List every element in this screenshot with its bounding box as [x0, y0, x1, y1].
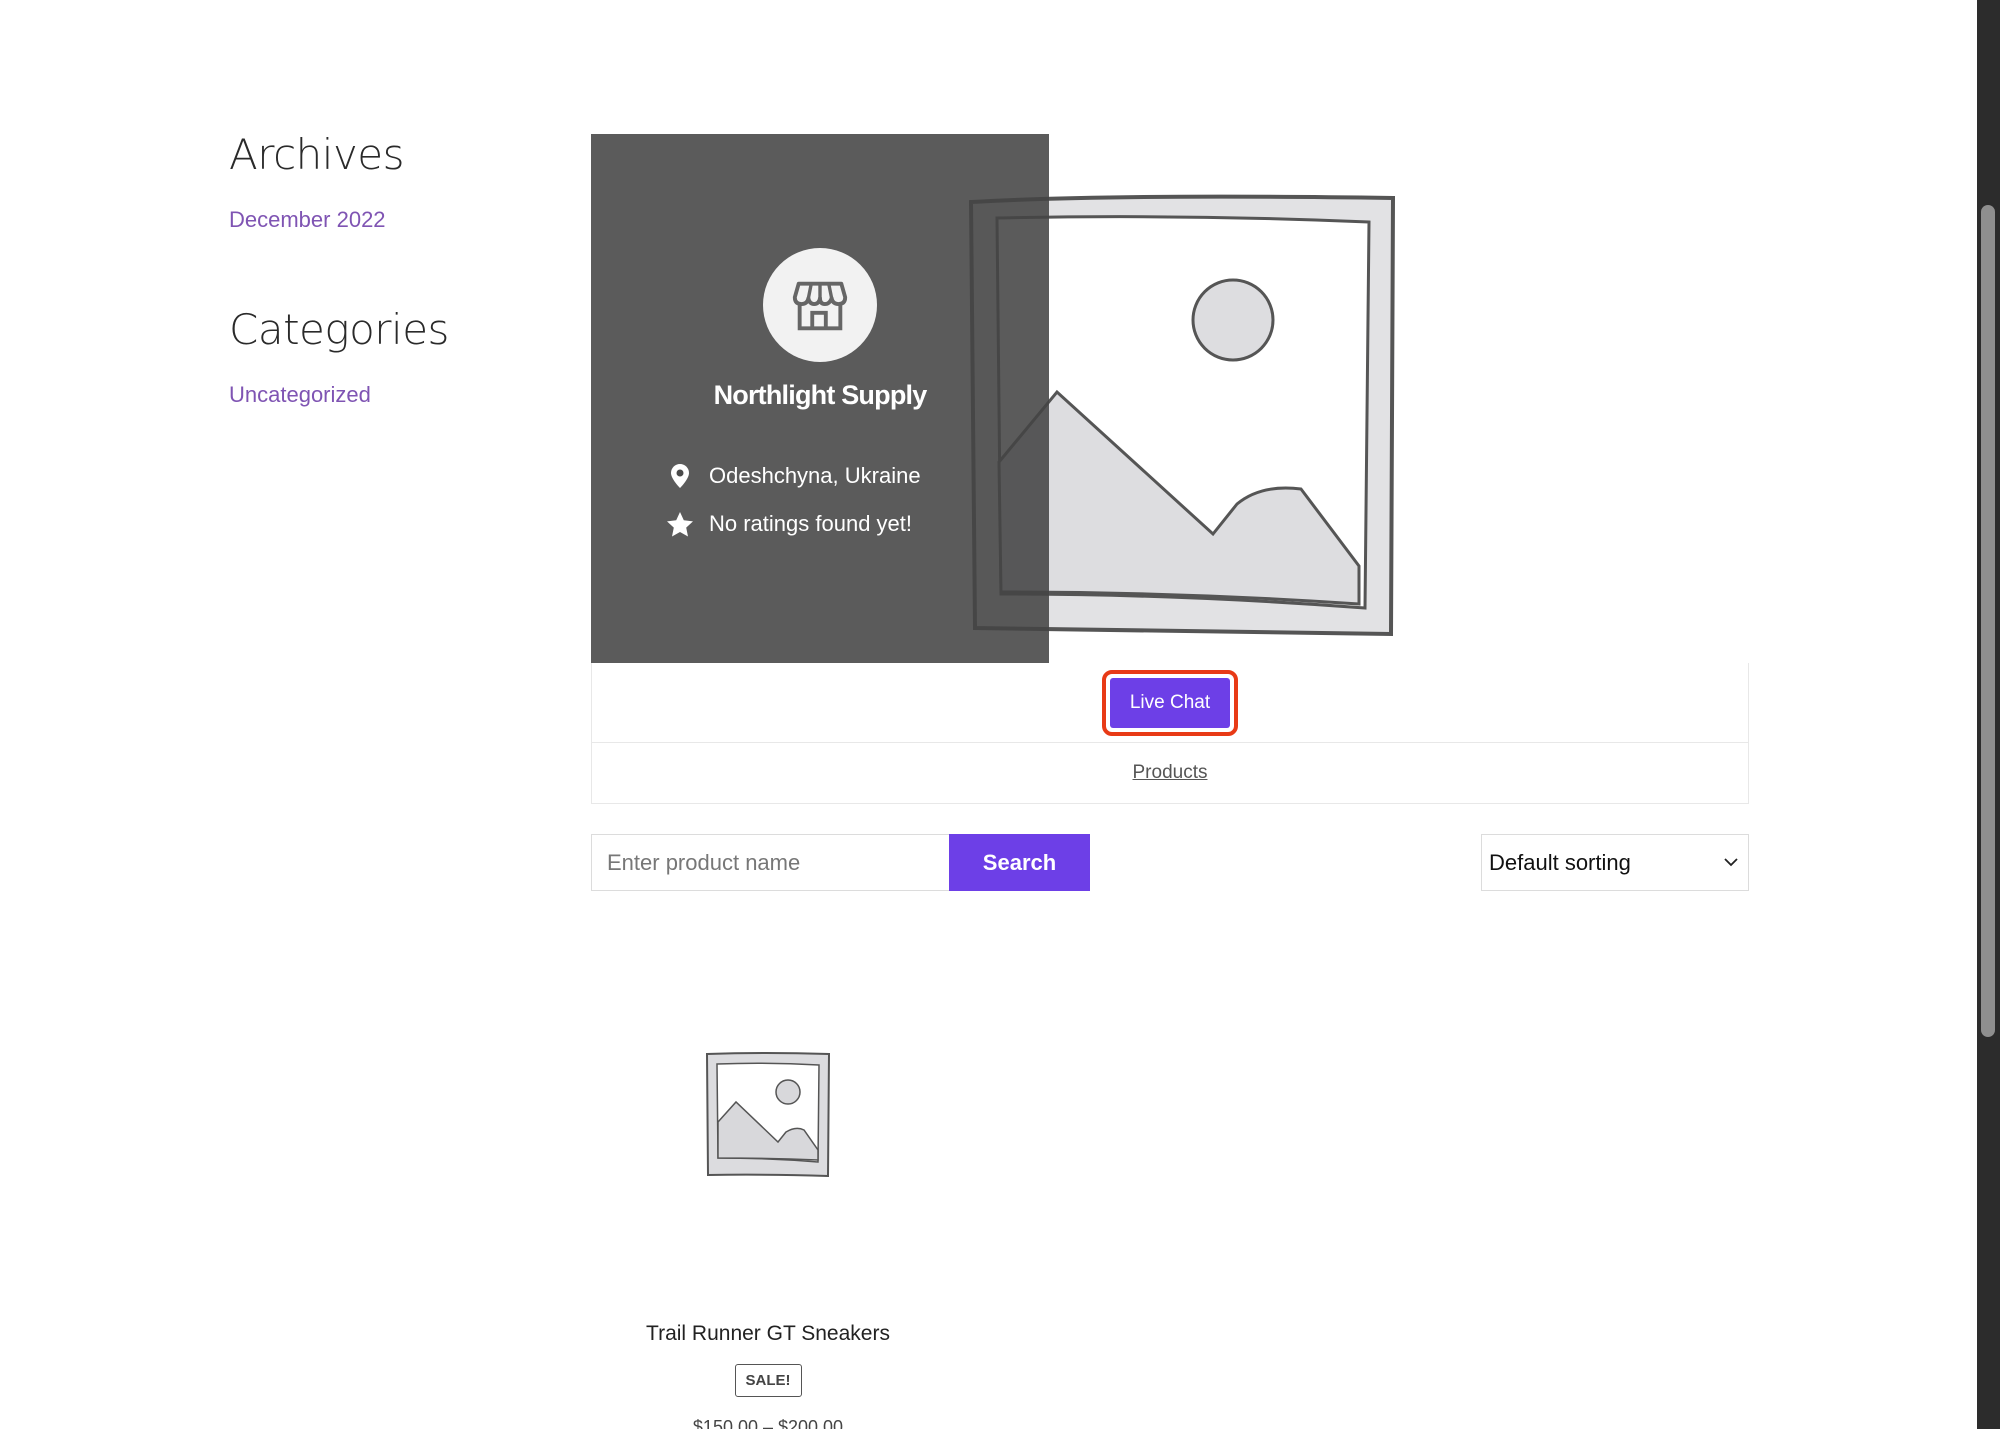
archive-link-december-2022[interactable]: December 2022 — [229, 207, 559, 233]
live-chat-highlight: Live Chat — [1101, 669, 1239, 736]
archives-title: Archives — [229, 130, 405, 179]
store-icon — [792, 281, 848, 331]
sort-select[interactable]: Default sorting — [1481, 834, 1749, 891]
product-search-input[interactable] — [591, 834, 949, 891]
categories-title: Categories — [229, 305, 449, 354]
product-title[interactable]: Trail Runner GT Sneakers — [591, 1322, 945, 1346]
store-avatar — [763, 248, 877, 362]
product-price: $150.00 – $200.00 — [692, 1417, 844, 1429]
live-chat-button[interactable]: Live Chat — [1109, 677, 1231, 728]
store-rating-row: No ratings found yet! — [665, 500, 921, 548]
live-chat-bar: Live Chat — [591, 663, 1749, 743]
sort-selected-value: Default sorting — [1489, 849, 1631, 875]
category-link-uncategorized[interactable]: Uncategorized — [229, 382, 559, 408]
store-name: Northlight Supply — [713, 380, 928, 410]
star-icon — [667, 511, 693, 536]
store-info-panel: Northlight Supply Odeshchyna, Ukraine No… — [591, 134, 1049, 663]
tab-products[interactable]: Products — [1133, 762, 1208, 784]
store-header: Northlight Supply Odeshchyna, Ukraine No… — [591, 134, 1749, 663]
map-pin-icon — [671, 464, 689, 488]
store-tabs: Products — [591, 742, 1749, 804]
chevron-down-icon — [1724, 858, 1738, 867]
product-card[interactable]: Trail Runner GT Sneakers SALE! $150.00 –… — [591, 1040, 945, 1429]
sale-badge: SALE! — [734, 1364, 802, 1397]
store-location-row: Odeshchyna, Ukraine — [665, 452, 921, 500]
scrollbar-thumb[interactable] — [1981, 205, 1995, 1037]
sidebar: Archives December 2022 Categories Uncate… — [229, 130, 559, 408]
product-placeholder-image — [705, 1052, 831, 1178]
archives-widget: Archives December 2022 — [229, 130, 559, 233]
store-location: Odeshchyna, Ukraine — [709, 463, 921, 488]
search-button[interactable]: Search — [949, 834, 1090, 891]
scrollbar-track[interactable] — [1977, 0, 2000, 1429]
categories-widget: Categories Uncategorized — [229, 305, 559, 408]
store-rating: No ratings found yet! — [709, 511, 913, 536]
store-details: Odeshchyna, Ukraine No ratings found yet… — [665, 452, 921, 548]
